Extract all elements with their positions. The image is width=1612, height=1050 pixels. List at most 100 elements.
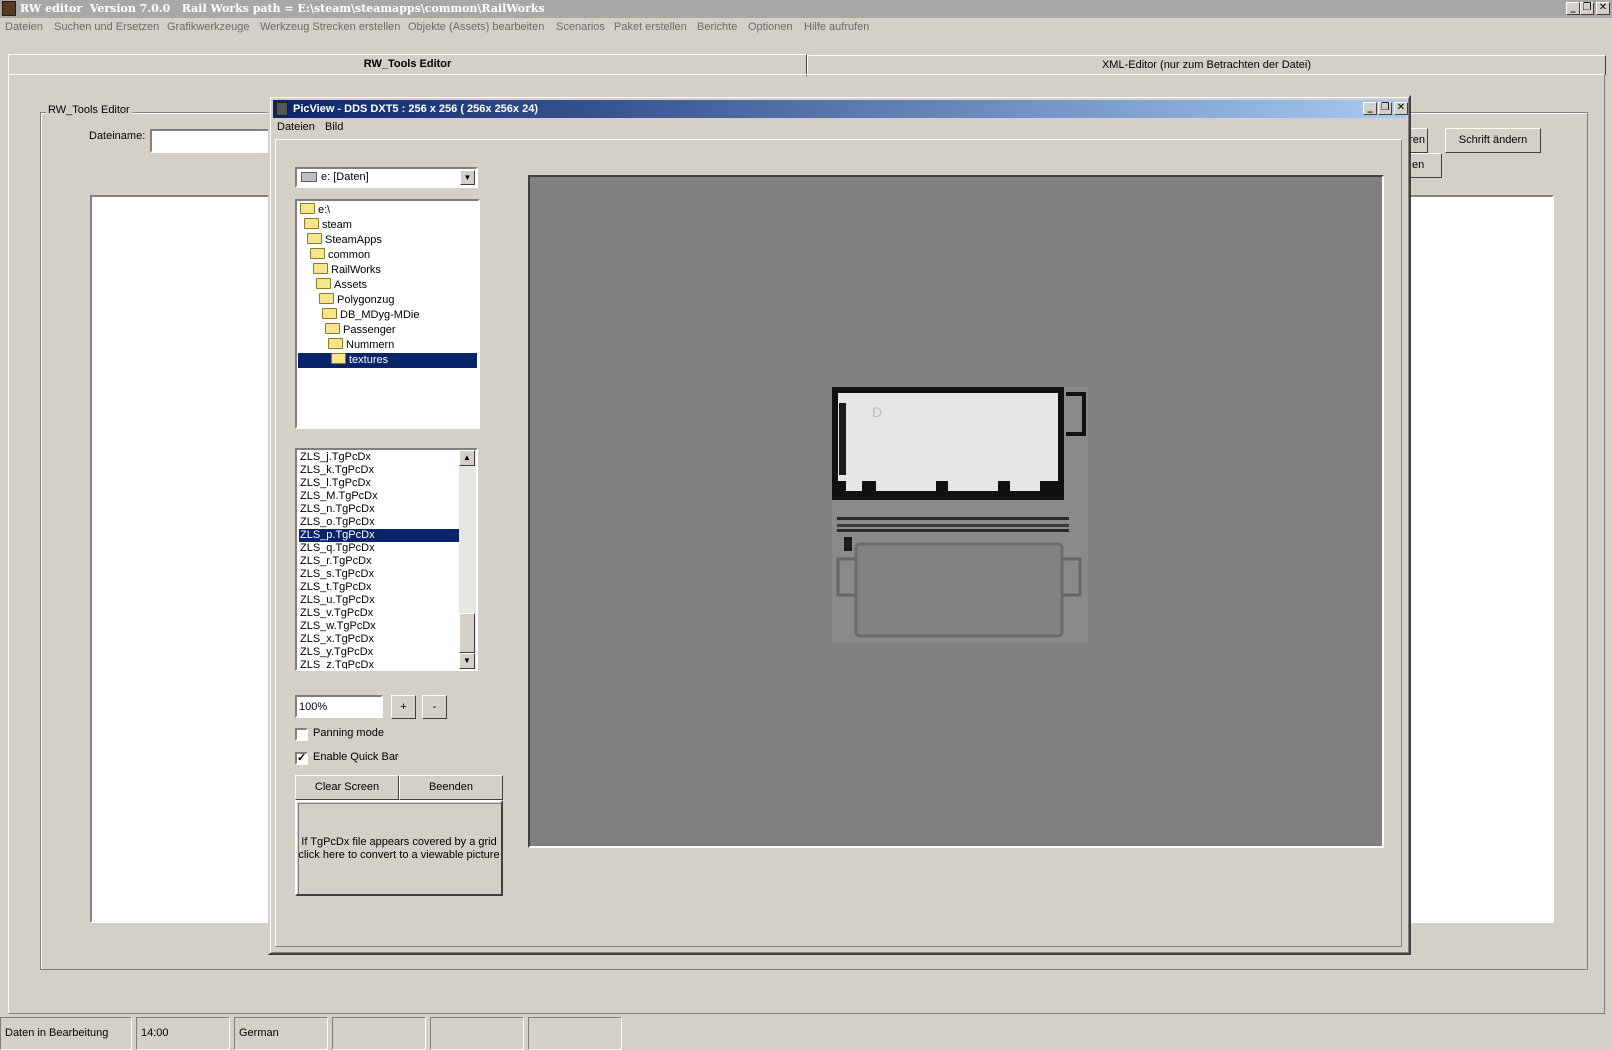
drive-select[interactable]: e: [Daten] ▼ xyxy=(295,167,478,188)
quick-bar-checkbox[interactable]: ✓ xyxy=(295,752,308,765)
image-viewer[interactable]: D xyxy=(528,175,1384,848)
list-item[interactable]: ZLS_t.TgPcDx xyxy=(299,581,459,594)
status-panel-6 xyxy=(528,1017,622,1050)
list-item[interactable]: ZLS_j.TgPcDx xyxy=(299,451,459,464)
quick-bar-label: Enable Quick Bar xyxy=(313,751,399,763)
list-item[interactable]: ZLS_o.TgPcDx xyxy=(299,516,459,529)
filename-input[interactable] xyxy=(150,129,280,153)
list-item[interactable]: ZLS_x.TgPcDx xyxy=(299,633,459,646)
status-editing: Daten in Bearbeitung xyxy=(0,1017,132,1050)
zoom-out-button[interactable]: - xyxy=(422,695,447,719)
chevron-down-icon[interactable]: ▼ xyxy=(460,170,475,185)
folder-open-icon xyxy=(310,248,325,259)
list-item[interactable]: ZLS_n.TgPcDx xyxy=(299,503,459,516)
menu-suchen-ersetzen[interactable]: Suchen und Ersetzen xyxy=(54,21,159,33)
texture-panel-white xyxy=(838,393,1058,481)
folder-open-icon xyxy=(325,323,340,334)
folder-open-icon xyxy=(316,278,331,289)
menu-grafikwerkzeuge[interactable]: Grafikwerkzeuge xyxy=(167,21,250,33)
zoom-input[interactable] xyxy=(295,695,383,718)
texture-panel-bottom xyxy=(854,542,1064,638)
tree-item[interactable]: steam xyxy=(304,218,352,233)
tree-item[interactable]: common xyxy=(310,248,370,263)
tree-item[interactable]: Nummern xyxy=(328,338,394,353)
drive-value: e: [Daten] xyxy=(321,171,369,183)
folder-tree[interactable]: e:\ steam SteamApps common RailWorks Ass… xyxy=(295,199,480,429)
list-item[interactable]: ZLS_w.TgPcDx xyxy=(299,620,459,633)
menu-werkzeug-strecken[interactable]: Werkzeug Strecken erstellen xyxy=(260,21,400,33)
editor-group-label: RW_Tools Editor xyxy=(46,104,132,116)
texture-preview: D xyxy=(832,387,1088,643)
picview-title-bar: PicView - DDS DXT5 : 256 x 256 ( 256x 25… xyxy=(273,100,1408,118)
tree-item[interactable]: Passenger xyxy=(325,323,396,338)
menu-dateien[interactable]: Dateien xyxy=(5,21,43,33)
status-panel-4 xyxy=(332,1017,426,1050)
convert-line-2: click here to convert to a viewable pict… xyxy=(298,849,500,861)
minimize-button[interactable]: _ xyxy=(1566,2,1580,15)
tree-item[interactable]: e:\ xyxy=(300,203,330,218)
tree-item[interactable]: Polygonzug xyxy=(319,293,395,308)
picview-close-button[interactable]: ✕ xyxy=(1394,102,1408,115)
folder-open-icon xyxy=(319,293,334,304)
tree-item[interactable]: RailWorks xyxy=(313,263,381,278)
folder-open-icon xyxy=(300,203,315,214)
app-title-bar: RW editor Version 7.0.0 Rail Works path … xyxy=(0,0,1612,18)
folder-open-icon xyxy=(313,263,328,274)
tab-xml-editor[interactable]: XML-Editor (nur zum Betrachten der Datei… xyxy=(807,55,1606,75)
tree-item-selected[interactable]: textures xyxy=(298,353,477,368)
picview-menu-dateien[interactable]: Dateien xyxy=(277,121,315,133)
menu-hilfe[interactable]: Hilfe aufrufen xyxy=(804,21,869,33)
picview-title: PicView - DDS DXT5 : 256 x 256 ( 256x 25… xyxy=(293,103,538,115)
folder-open-icon xyxy=(307,233,322,244)
folder-open-icon xyxy=(328,338,343,349)
status-time: 14:00 xyxy=(136,1017,230,1050)
convert-tgpcdx-button[interactable]: If TgPcDx file appears covered by a grid… xyxy=(295,800,503,896)
menu-objekte-bearbeiten[interactable]: Objekte (Assets) bearbeiten xyxy=(408,21,544,33)
list-item[interactable]: ZLS_y.TgPcDx xyxy=(299,646,459,659)
scroll-thumb[interactable] xyxy=(459,613,475,653)
tree-item[interactable]: DB_MDyg-MDie xyxy=(322,308,419,323)
picview-restore-button[interactable]: ❐ xyxy=(1378,102,1392,115)
zoom-in-button[interactable]: + xyxy=(391,695,416,719)
panning-mode-label: Panning mode xyxy=(313,727,384,739)
menu-berichte[interactable]: Berichte xyxy=(697,21,737,33)
list-item[interactable]: ZLS_z.TgPcDx xyxy=(299,659,459,669)
list-item-selected[interactable]: ZLS_p.TgPcDx xyxy=(299,529,459,542)
beenden-button[interactable]: Beenden xyxy=(399,775,503,800)
menu-bar: Dateien Suchen und Ersetzen Grafikwerkze… xyxy=(0,20,1612,37)
list-item[interactable]: ZLS_l.TgPcDx xyxy=(299,477,459,490)
filename-label: Dateiname: xyxy=(89,130,146,142)
scroll-up-icon[interactable]: ▲ xyxy=(459,450,475,466)
file-list-scrollbar[interactable]: ▲ ▼ xyxy=(459,450,476,669)
list-item[interactable]: ZLS_k.TgPcDx xyxy=(299,464,459,477)
restore-button[interactable]: ❐ xyxy=(1580,2,1594,15)
status-language: German xyxy=(234,1017,328,1050)
close-button[interactable]: ✕ xyxy=(1596,2,1610,15)
list-item[interactable]: ZLS_M.TgPcDx xyxy=(299,490,459,503)
texture-letter: D xyxy=(872,404,882,420)
list-item[interactable]: ZLS_v.TgPcDx xyxy=(299,607,459,620)
tree-item[interactable]: Assets xyxy=(316,278,367,293)
app-title: RW editor Version 7.0.0 Rail Works path … xyxy=(20,2,545,15)
tree-item[interactable]: SteamApps xyxy=(307,233,382,248)
folder-open-icon xyxy=(322,308,337,319)
file-list[interactable]: ZLS_j.TgPcDx ZLS_k.TgPcDx ZLS_l.TgPcDx Z… xyxy=(295,448,478,671)
list-item[interactable]: ZLS_q.TgPcDx xyxy=(299,542,459,555)
menu-optionen[interactable]: Optionen xyxy=(748,21,793,33)
picview-menu-bild[interactable]: Bild xyxy=(325,121,343,133)
folder-open-icon xyxy=(304,218,319,229)
list-item[interactable]: ZLS_r.TgPcDx xyxy=(299,555,459,568)
list-item[interactable]: ZLS_s.TgPcDx xyxy=(299,568,459,581)
scroll-down-icon[interactable]: ▼ xyxy=(459,653,475,669)
list-item[interactable]: ZLS_u.TgPcDx xyxy=(299,594,459,607)
picview-icon xyxy=(276,102,288,116)
menu-scenarios[interactable]: Scenarios xyxy=(556,21,605,33)
drive-icon xyxy=(301,172,317,182)
panning-mode-checkbox[interactable] xyxy=(295,728,308,741)
picview-minimize-button[interactable]: _ xyxy=(1363,102,1377,115)
status-panel-5 xyxy=(430,1017,524,1050)
tab-rw-tools-editor[interactable]: RW_Tools Editor xyxy=(8,54,807,76)
menu-paket-erstellen[interactable]: Paket erstellen xyxy=(614,21,687,33)
font-change-button[interactable]: Schrift ändern xyxy=(1445,128,1541,153)
clear-screen-button[interactable]: Clear Screen xyxy=(295,775,399,800)
